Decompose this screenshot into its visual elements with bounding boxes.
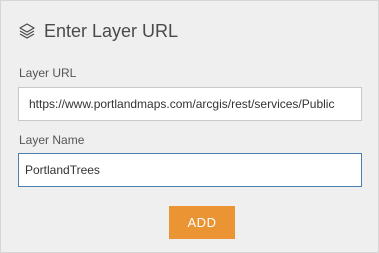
- layer-name-input[interactable]: [18, 153, 362, 187]
- enter-layer-url-panel: Enter Layer URL Layer URL Layer Name ADD: [0, 0, 379, 253]
- layer-name-label: Layer Name: [19, 133, 85, 147]
- panel-header: Enter Layer URL: [18, 19, 178, 43]
- add-button[interactable]: ADD: [169, 206, 235, 239]
- layer-url-input[interactable]: [18, 87, 362, 121]
- layers-icon: [18, 22, 36, 40]
- layer-url-label: Layer URL: [19, 66, 77, 80]
- panel-title: Enter Layer URL: [44, 20, 179, 41]
